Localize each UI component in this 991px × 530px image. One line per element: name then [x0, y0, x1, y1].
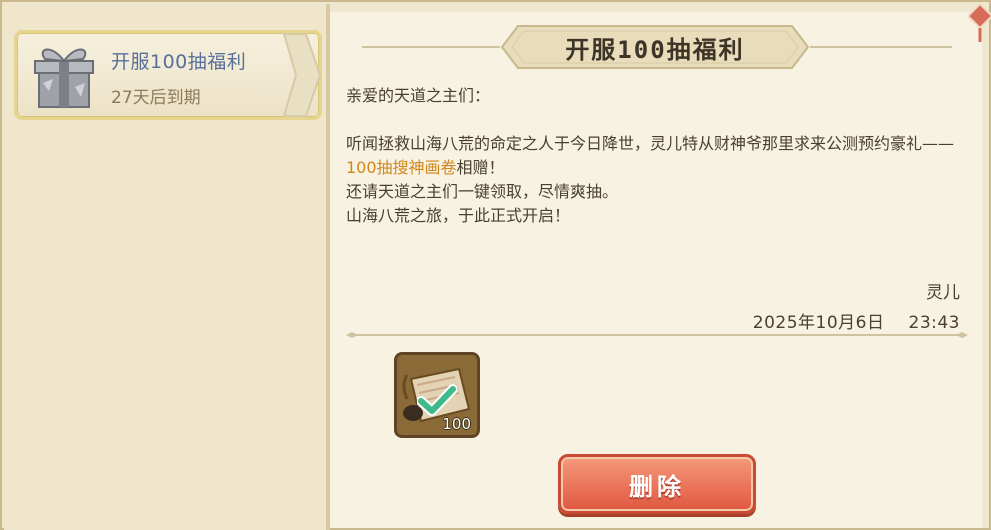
attachment-count: 100	[442, 415, 471, 433]
mail-body-part2: 相赠！	[456, 158, 505, 177]
check-icon	[417, 384, 457, 416]
title-rule-left	[362, 46, 500, 48]
mail-window: 开服100抽福利 27天后到期 开服100抽福利 亲爱的天道之主们： 听闻拯救山…	[0, 0, 991, 530]
mail-body-part1: 听闻拯救山海八荒的命定之人于今日降世，灵儿特从财神爷那里求来公测预约豪礼——	[346, 134, 955, 153]
mail-content-panel: 开服100抽福利 亲爱的天道之主们： 听闻拯救山海八荒的命定之人于今日降世，灵儿…	[330, 12, 982, 528]
mail-list-item[interactable]: 开服100抽福利 27天后到期	[14, 30, 322, 120]
mail-title: 开服100抽福利	[565, 35, 745, 64]
mail-body-highlight: 100抽搜神画卷	[346, 158, 457, 177]
mail-body: 亲爱的天道之主们： 听闻拯救山海八荒的命定之人于今日降世，灵儿特从财神爷那里求来…	[346, 84, 971, 228]
mail-sender: 灵儿	[926, 283, 960, 303]
mail-line3: 山海八荒之旅，于此正式开启！	[346, 206, 571, 225]
attachment-item[interactable]: 100	[394, 352, 480, 438]
delete-button[interactable]: 删除	[558, 454, 756, 514]
mail-line2: 还请天道之主们一键领取，尽情爽抽。	[346, 182, 619, 201]
mail-item-expire: 27天后到期	[111, 88, 201, 108]
selected-arrow-icon	[282, 33, 322, 117]
title-rule-right	[810, 46, 952, 48]
attachment-divider	[346, 332, 968, 338]
mail-list-panel: 开服100抽福利 27天后到期	[4, 4, 326, 530]
mail-item-title: 开服100抽福利	[111, 51, 247, 73]
mail-paragraph: 听闻拯救山海八荒的命定之人于今日降世，灵儿特从财神爷那里求来公测预约豪礼—— 10…	[346, 132, 971, 180]
corner-ornament-icon	[966, 2, 991, 42]
mail-greeting: 亲爱的天道之主们：	[346, 86, 491, 105]
gift-box-icon	[34, 48, 94, 108]
title-banner: 开服100抽福利	[500, 24, 810, 70]
